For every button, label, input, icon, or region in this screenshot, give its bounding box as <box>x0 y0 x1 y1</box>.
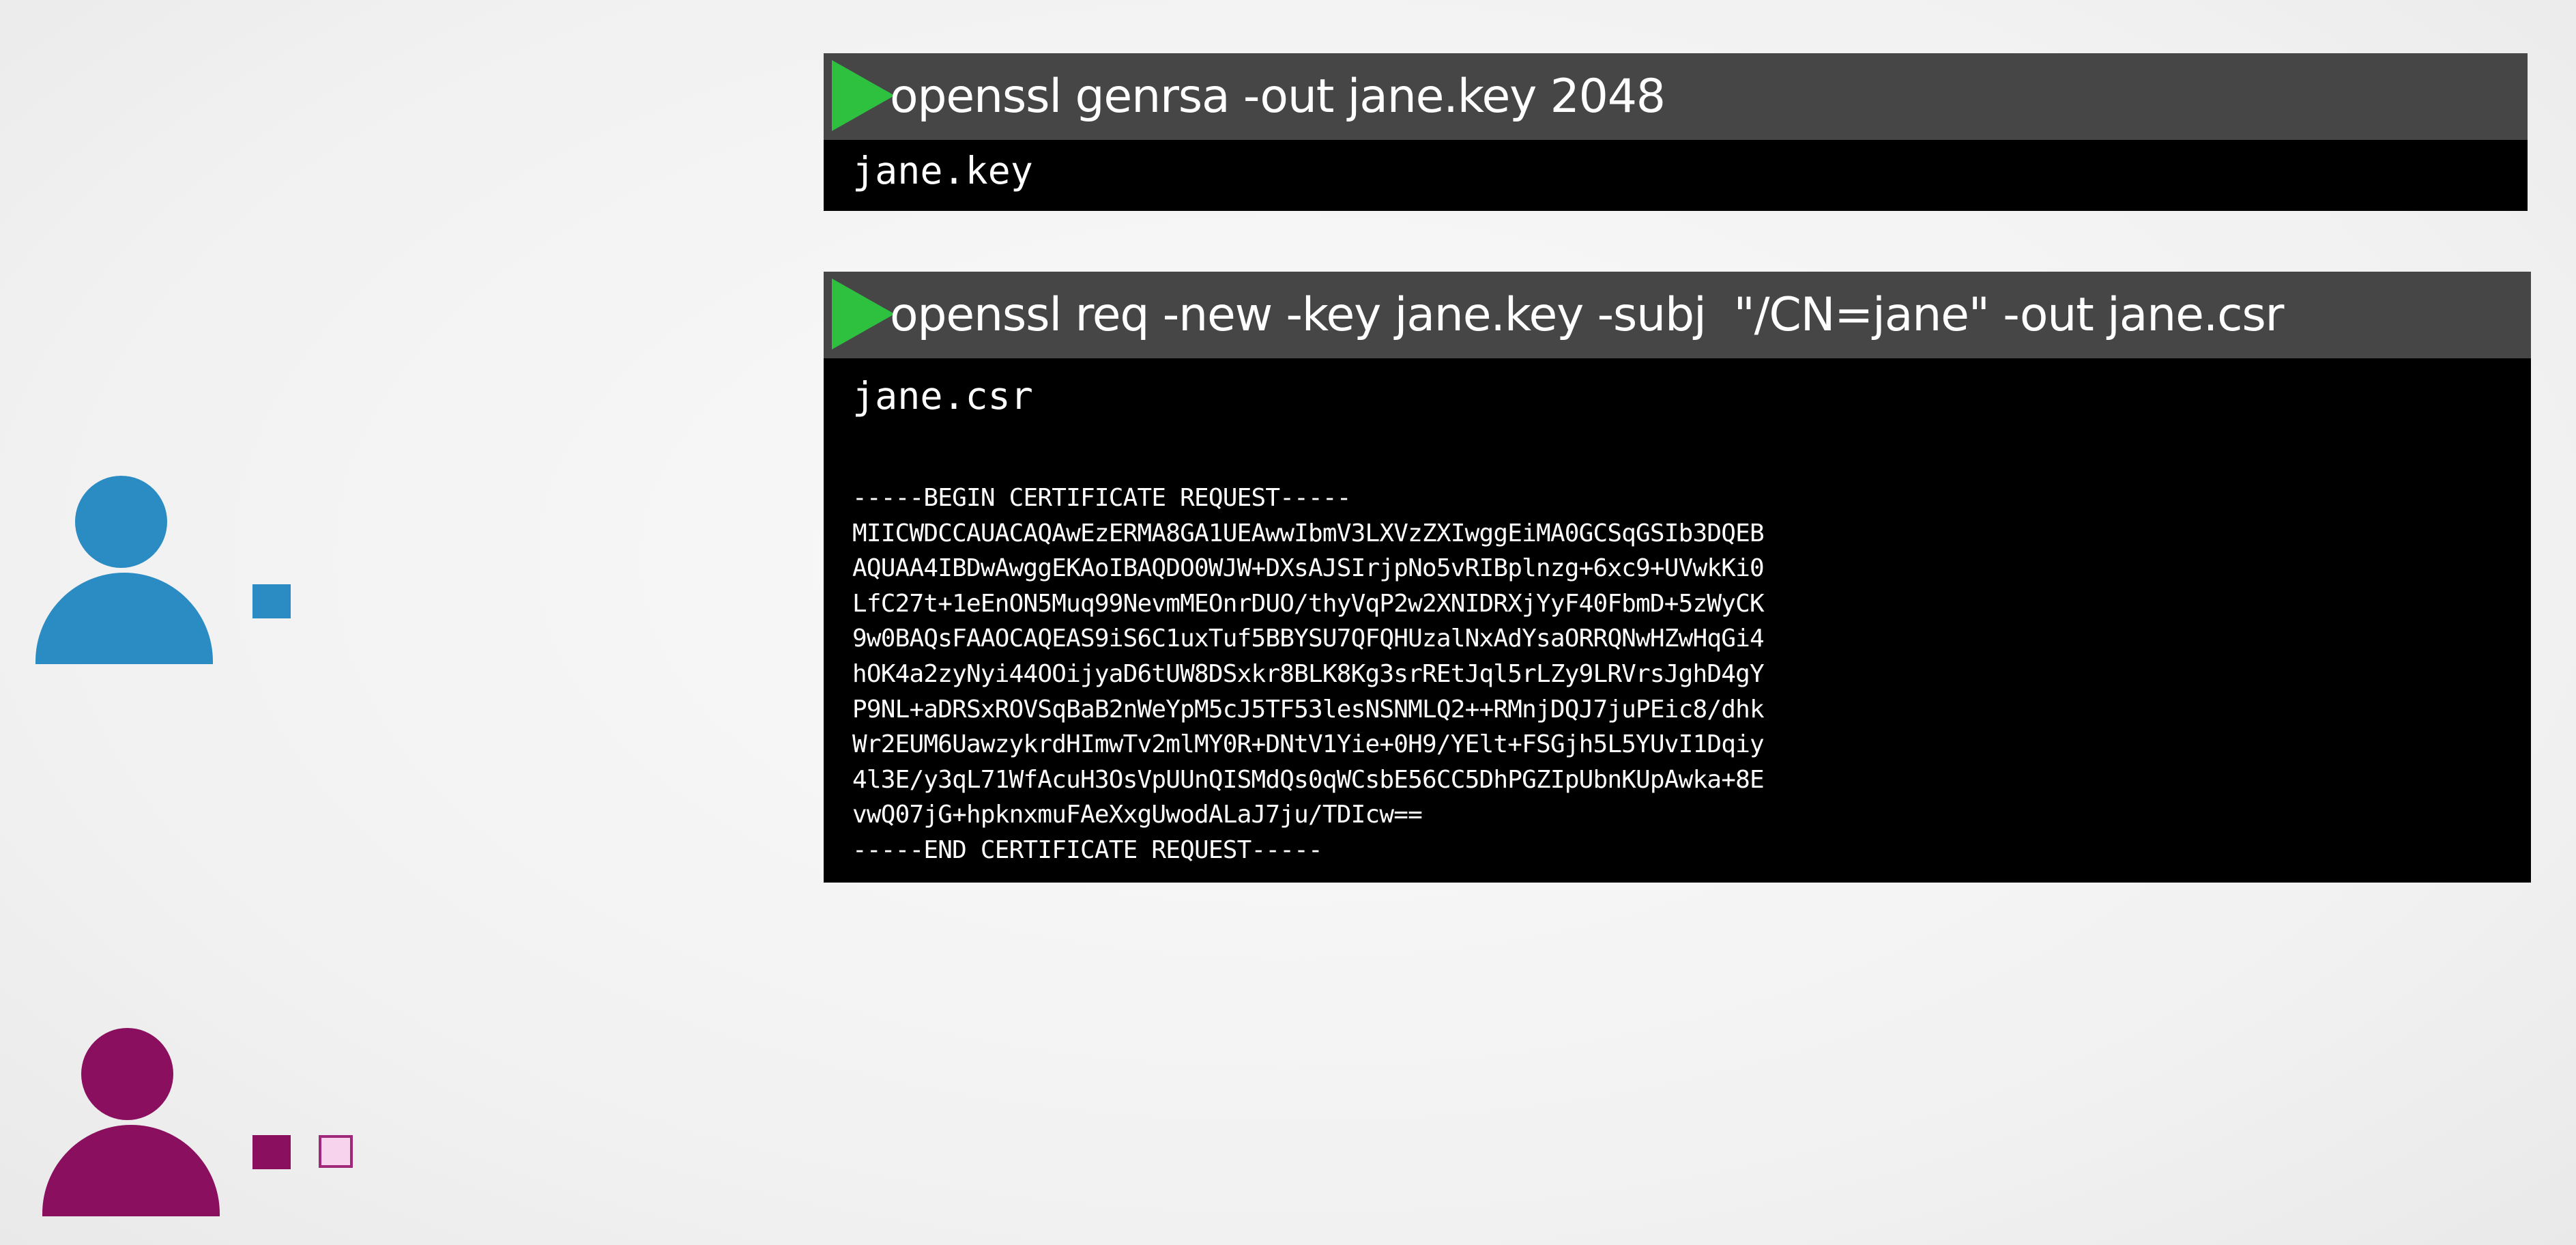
csr-line: vwQ07jG+hpknxmuFAeXxgUwodALaJ7ju/TDIcw== <box>852 801 1423 829</box>
csr-square-icon <box>319 1135 353 1168</box>
terminal-panel-req: openssl req -new -key jane.key -subj "/C… <box>824 272 2531 883</box>
csr-content: -----BEGIN CERTIFICATE REQUEST----- MIIC… <box>852 481 1765 868</box>
command-text: openssl req -new -key jane.key -subj "/C… <box>890 288 2285 342</box>
output-filename: jane.key <box>852 149 1033 192</box>
key-square-icon <box>252 584 291 618</box>
user-icon-blue <box>35 476 213 664</box>
command-bar: openssl genrsa -out jane.key 2048 <box>824 53 2528 140</box>
user-icon-head <box>75 476 167 568</box>
play-triangle-icon <box>832 278 895 349</box>
csr-line: 4l3E/y3qL71WfAcuH3OsVpUUnQISMdQs0qWCsbE5… <box>852 765 1765 794</box>
csr-line: MIICWDCCAUACAQAwEzERMA8GA1UEAwwIbmV3LXVz… <box>852 519 1765 547</box>
output-filename: jane.csr <box>852 374 1033 418</box>
terminal-panel-genrsa: openssl genrsa -out jane.key 2048 jane.k… <box>824 53 2528 211</box>
user-icon-body <box>42 1125 220 1216</box>
csr-line: -----BEGIN CERTIFICATE REQUEST----- <box>852 484 1351 512</box>
csr-line: hOK4a2zyNyi44OOijyaD6tUW8DSxkr8BLK8Kg3sr… <box>852 659 1765 688</box>
command-text: openssl genrsa -out jane.key 2048 <box>890 70 1666 124</box>
user-icon-head <box>81 1028 173 1120</box>
csr-line: AQUAA4IBDwAwggEKAoIBAQDO0WJW+DXsAJSIrjpN… <box>852 554 1765 583</box>
csr-line: LfC27t+1eEnON5Muq99NevmMEOnrDUO/thyVqP2w… <box>852 589 1765 618</box>
user-icon-purple <box>42 1028 220 1216</box>
play-triangle-icon <box>832 60 895 131</box>
csr-line: 9w0BAQsFAAOCAQEAS9iS6C1uxTuf5BBYSU7QFQHU… <box>852 625 1765 653</box>
key-square-icon <box>252 1135 291 1169</box>
csr-line: -----END CERTIFICATE REQUEST----- <box>852 835 1323 864</box>
csr-line: P9NL+aDRSxROVSqBaB2nWeYpM5cJ5TF53lesNSNM… <box>852 695 1765 724</box>
command-bar: openssl req -new -key jane.key -subj "/C… <box>824 272 2531 358</box>
user-icon-body <box>35 573 213 664</box>
csr-line: Wr2EUM6UawzykrdHImwTv2mlMY0R+DNtV1Yie+0H… <box>852 730 1765 759</box>
